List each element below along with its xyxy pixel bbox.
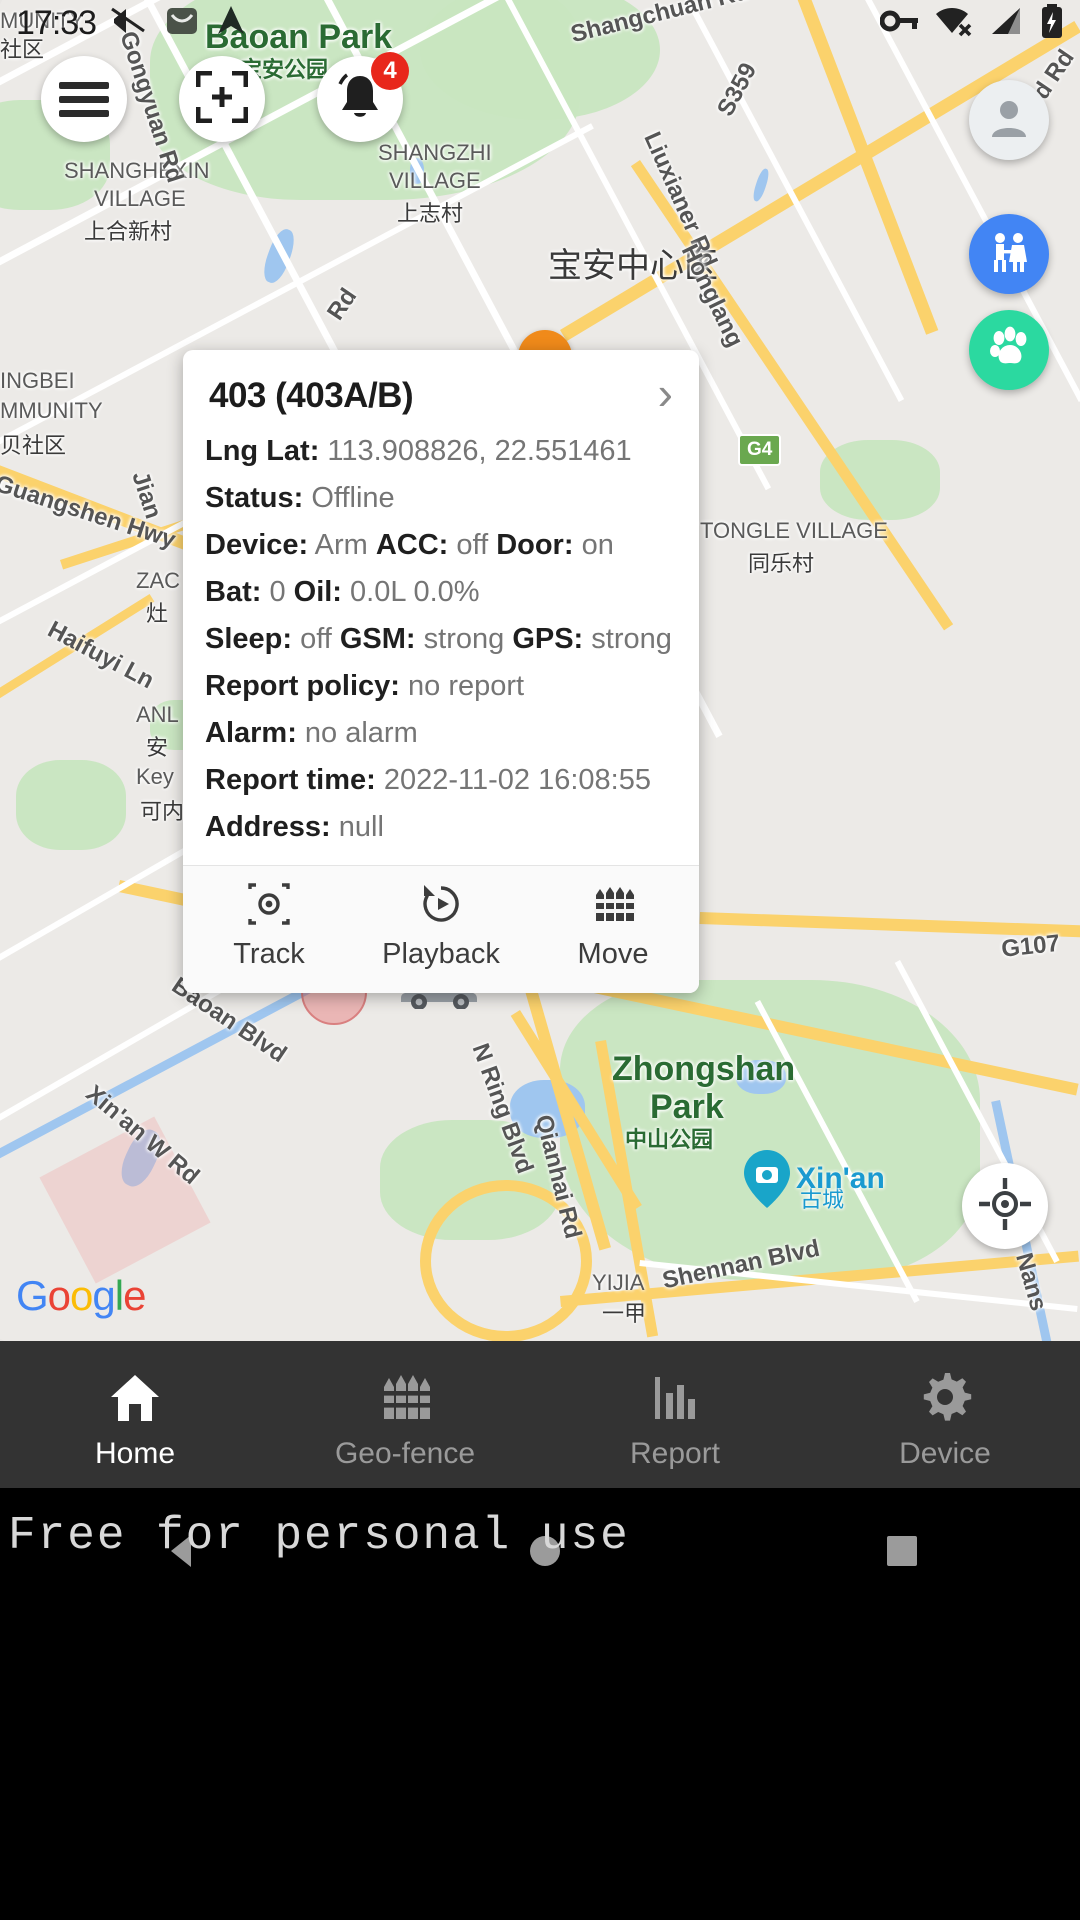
card-detail-row: Lng Lat: 113.908826, 22.551461: [205, 435, 632, 467]
map-label: 中山公园: [625, 1127, 714, 1152]
nav-item-geo-fence[interactable]: Geo-fence: [270, 1341, 540, 1488]
bottom-navigation[interactable]: Home Geo-fence Report Device: [0, 1341, 1080, 1488]
people-icon: [986, 229, 1032, 280]
scan-icon: [195, 70, 249, 128]
vpn-key-icon: [879, 8, 920, 39]
map-label: 同乐村: [748, 551, 815, 576]
map-label: TONGLE VILLAGE: [700, 518, 888, 543]
map-label: 上志村: [397, 201, 464, 226]
map-label: 一甲: [602, 1301, 647, 1326]
nav-item-label: Geo-fence: [334, 1436, 476, 1470]
status-bar-right: [879, 3, 1064, 43]
navigation-icon: [214, 4, 248, 43]
card-detail-row: Address: null: [205, 811, 384, 843]
card-title: 403 (403A/B): [209, 376, 414, 415]
map-label: 可内: [140, 799, 185, 824]
card-detail-row: Report policy: no report: [205, 670, 525, 702]
card-action-label: Track: [233, 938, 305, 970]
poi-pin-icon: [744, 1150, 790, 1208]
playback-icon: [418, 880, 464, 928]
map-label: 灶: [146, 601, 169, 626]
device-info-card[interactable]: 403 (403A/B) › Lng Lat: 113.908826, 22.5…: [183, 350, 699, 993]
map-label: INGBEI: [0, 368, 75, 393]
account-icon: [984, 93, 1034, 148]
map-label: 安: [146, 735, 169, 760]
highway-shield-g4: G4: [738, 434, 782, 466]
signal-icon: [990, 6, 1026, 41]
map-label: 贝社区: [0, 433, 67, 458]
chevron-right-icon[interactable]: ›: [658, 370, 673, 416]
message-icon: [164, 3, 200, 44]
my-location-icon: [977, 1176, 1033, 1237]
fence-icon: [590, 880, 636, 928]
map-label: VILLAGE: [94, 186, 186, 211]
park-area-small2: [820, 440, 940, 520]
map-label: MMUNITY: [0, 398, 103, 423]
track-icon: [246, 880, 292, 928]
google-logo: Google: [16, 1272, 146, 1319]
chart-icon: [648, 1365, 702, 1425]
scan-button[interactable]: [179, 56, 265, 142]
card-detail-rows: Lng Lat: 113.908826, 22.551461 Status: Of…: [183, 422, 699, 865]
mute-icon: [110, 5, 150, 42]
pet-tracking-button[interactable]: [969, 310, 1049, 390]
card-detail-row: Report time: 2022-11-02 16:08:55: [205, 764, 651, 796]
card-action-label: Playback: [382, 938, 500, 970]
map-label: VILLAGE: [389, 168, 481, 193]
map-label: 上合新村: [84, 219, 173, 244]
map-label: Key: [136, 764, 174, 789]
map-label: Zhongshan: [612, 1050, 796, 1088]
status-time: 17:33: [16, 3, 97, 42]
card-detail-row: Device: Arm ACC: off Door: on: [205, 529, 614, 561]
map-label: ANL: [136, 702, 179, 727]
gear-icon: [918, 1365, 972, 1425]
map-label: SHANGZHI: [378, 140, 492, 165]
card-action-label: Move: [577, 938, 649, 970]
card-action-track[interactable]: Track: [183, 866, 355, 993]
nav-item-report[interactable]: Report: [540, 1341, 810, 1488]
card-detail-row: Status: Offline: [205, 482, 395, 514]
notifications-button[interactable]: 4: [317, 52, 409, 142]
nav-item-label: Device: [899, 1436, 991, 1470]
nav-item-label: Report: [629, 1436, 721, 1470]
status-bar: 17:33: [0, 0, 1080, 46]
wifi-off-icon: [934, 5, 976, 42]
map-label: ZAC: [136, 568, 180, 593]
nav-item-label: Home: [94, 1436, 176, 1470]
notification-badge: 4: [371, 52, 409, 90]
my-location-button[interactable]: [962, 1163, 1048, 1249]
menu-button[interactable]: [41, 56, 127, 142]
home-icon: [108, 1365, 162, 1425]
card-action-playback[interactable]: Playback: [355, 866, 527, 993]
watermark-text: Free for personal use: [8, 1510, 630, 1562]
poi-xinan[interactable]: Xin'an: [744, 1150, 885, 1208]
poi-label: Xin'an: [796, 1162, 885, 1195]
nav-item-device[interactable]: Device: [810, 1341, 1080, 1488]
fence-icon: [378, 1365, 432, 1425]
map-label: YIJIA: [592, 1270, 645, 1295]
card-detail-row: Bat: 0 Oil: 0.0L 0.0%: [205, 576, 480, 608]
map-label: SHANGHEXIN: [64, 158, 210, 183]
nav-item-home[interactable]: Home: [0, 1341, 270, 1488]
park-area-small1: [16, 760, 126, 850]
paw-icon: [986, 325, 1032, 376]
card-detail-row: Sleep: off GSM: strong GPS: strong: [205, 623, 672, 655]
battery-charging-icon: [1040, 3, 1064, 43]
hamburger-icon: [59, 75, 109, 124]
card-action-move[interactable]: Move: [527, 866, 699, 993]
recents-button[interactable]: [883, 1532, 921, 1575]
status-bar-left: 17:33: [16, 3, 248, 44]
card-header: 403 (403A/B) ›: [183, 350, 699, 422]
card-action-bar: Track Playback Move: [183, 865, 699, 993]
card-detail-row: Alarm: no alarm: [205, 717, 418, 749]
share-location-button[interactable]: [969, 214, 1049, 294]
account-button[interactable]: [969, 80, 1049, 160]
